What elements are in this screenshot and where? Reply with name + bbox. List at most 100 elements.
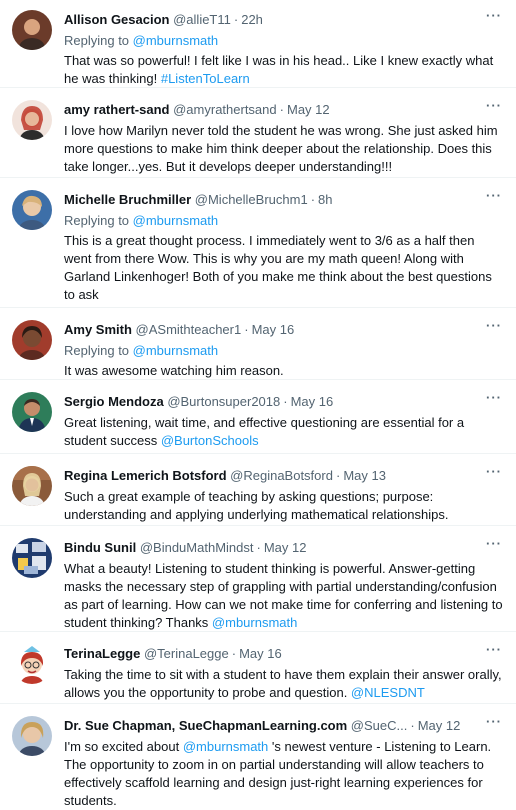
more-options-icon[interactable]: ··· [484,8,504,28]
author-handle[interactable]: @allieT11 [173,12,231,27]
tweet-body: That was so powerful! I felt like I was … [64,53,494,86]
tweet[interactable]: Dr. Sue Chapman, SueChapmanLearning.com … [0,706,516,808]
tweet[interactable]: amy rathert-sand @amyrathertsand · May 12 … [0,90,516,178]
author-handle[interactable]: @BinduMathMindst [140,540,254,555]
avatar[interactable] [12,190,52,230]
tweet-header: amy rathert-sand @amyrathertsand · May 12 [64,100,504,120]
tweet-body: Taking the time to sit with a student to… [64,667,502,700]
tweet[interactable]: Allison Gesacion @allieT11 · 22h Replying … [0,0,516,88]
avatar[interactable] [12,538,52,578]
tweet-header: Regina Lemerich Botsford @ReginaBotsford… [64,466,504,486]
tweet[interactable]: Sergio Mendoza @Burtonsuper2018 · May 16 G… [0,382,516,454]
author-name[interactable]: TerinaLegge [64,646,140,661]
tweet-header: Amy Smith @ASmithteacher1 · May 16 [64,320,504,340]
replying-to: Replying to @mburnsmath [64,32,504,50]
tweet[interactable]: Amy Smith @ASmithteacher1 · May 16 Replyin… [0,310,516,380]
separator-dot: · [256,540,261,555]
tweet-header: Allison Gesacion @allieT11 · 22h [64,10,504,30]
tweet-text: That was so powerful! I felt like I was … [64,52,504,88]
author-name[interactable]: Dr. Sue Chapman, SueChapmanLearning.com [64,718,347,733]
author-handle[interactable]: @TerinaLegge [144,646,229,661]
tweet-header: Sergio Mendoza @Burtonsuper2018 · May 16 [64,392,504,412]
timestamp[interactable]: May 12 [264,540,307,555]
replying-to: Replying to @mburnsmath [64,212,504,230]
timestamp[interactable]: 8h [318,192,332,207]
tweet-header: Bindu Sunil @BinduMathMindst · May 12 [64,538,504,558]
more-options-icon[interactable]: ··· [484,98,504,118]
tweet-text: Great listening, wait time, and effectiv… [64,414,504,450]
author-name[interactable]: Michelle Bruchmiller [64,192,191,207]
more-options-icon[interactable]: ··· [484,318,504,338]
more-options-icon[interactable]: ··· [484,188,504,208]
tweet-header: TerinaLegge @TerinaLegge · May 16 [64,644,504,664]
more-options-icon[interactable]: ··· [484,390,504,410]
timestamp[interactable]: May 13 [343,468,386,483]
tweet[interactable]: TerinaLegge @TerinaLegge · May 16 Taking t… [0,634,516,704]
tweet-text: I'm so excited about @mburnsmath 's newe… [64,738,504,810]
replying-to-label: Replying to [64,213,133,228]
mention-link[interactable]: @NLESDNT [351,685,425,700]
separator-dot: · [310,192,316,207]
replying-to-link[interactable]: @mburnsmath [133,343,218,358]
avatar[interactable] [12,466,52,506]
tweet-text: It was awesome watching him reason. [64,363,284,378]
tweet-text: I love how Marilyn never told the studen… [64,123,498,174]
more-options-icon[interactable]: ··· [484,536,504,556]
tweet-text: Taking the time to sit with a student to… [64,666,504,702]
author-handle[interactable]: @amyrathertsand [173,102,277,117]
separator-dot: · [244,322,249,337]
timestamp[interactable]: May 16 [239,646,282,661]
replying-to: Replying to @mburnsmath [64,342,504,360]
timestamp[interactable]: 22h [241,12,263,27]
replying-to-label: Replying to [64,33,133,48]
author-name[interactable]: Bindu Sunil [64,540,136,555]
tweet-header: Michelle Bruchmiller @MichelleBruchm1 · 8h [64,190,504,210]
replying-to-link[interactable]: @mburnsmath [133,213,218,228]
separator-dot: · [410,718,415,733]
separator-dot: · [279,102,284,117]
separator-dot: · [233,12,239,27]
tweet-text: Such a great example of teaching by aski… [64,489,449,522]
tweet[interactable]: Regina Lemerich Botsford @ReginaBotsford… [0,456,516,526]
tweet-body-start: I'm so excited about [64,739,183,754]
tweet-header: Dr. Sue Chapman, SueChapmanLearning.com … [64,716,504,736]
replying-to-label: Replying to [64,343,133,358]
avatar[interactable] [12,716,52,756]
author-name[interactable]: Regina Lemerich Botsford [64,468,227,483]
author-handle[interactable]: @SueC... [351,718,408,733]
tweet[interactable]: Bindu Sunil @BinduMathMindst · May 12 What… [0,528,516,632]
separator-dot: · [283,394,288,409]
author-name[interactable]: amy rathert-sand [64,102,169,117]
separator-dot: · [231,646,237,661]
timestamp[interactable]: May 12 [287,102,330,117]
author-handle[interactable]: @ReginaBotsford [230,468,333,483]
author-handle[interactable]: @Burtonsuper2018 [167,394,280,409]
author-name[interactable]: Allison Gesacion [64,12,169,27]
mention-link[interactable]: @BurtonSchools [161,433,259,448]
tweet[interactable]: Michelle Bruchmiller @MichelleBruchm1 · 8h… [0,180,516,308]
timestamp[interactable]: May 16 [252,322,295,337]
more-options-icon[interactable]: ··· [484,642,504,662]
replying-to-link[interactable]: @mburnsmath [133,33,218,48]
avatar[interactable] [12,100,52,140]
separator-dot: · [335,468,341,483]
author-name[interactable]: Amy Smith [64,322,132,337]
tweet-text: This is a great thought process. I immed… [64,233,492,302]
more-options-icon[interactable]: ··· [484,464,504,484]
avatar[interactable] [12,10,52,50]
avatar[interactable] [12,644,52,684]
author-name[interactable]: Sergio Mendoza [64,394,164,409]
timestamp[interactable]: May 16 [291,394,334,409]
author-handle[interactable]: @ASmithteacher1 [136,322,242,337]
mention-link[interactable]: @mburnsmath [183,739,268,754]
avatar[interactable] [12,392,52,432]
tweet-body: Great listening, wait time, and effectiv… [64,415,465,448]
more-options-icon[interactable]: ··· [484,714,504,734]
hashtag-link[interactable]: #ListenToLearn [161,71,250,86]
tweet-text: What a beauty! Listening to student thin… [64,560,504,632]
author-handle[interactable]: @MichelleBruchm1 [195,192,308,207]
reply-feed: Allison Gesacion @allieT11 · 22h Replying … [0,0,516,808]
avatar[interactable] [12,320,52,360]
mention-link[interactable]: @mburnsmath [212,615,297,630]
timestamp[interactable]: May 12 [418,718,461,733]
